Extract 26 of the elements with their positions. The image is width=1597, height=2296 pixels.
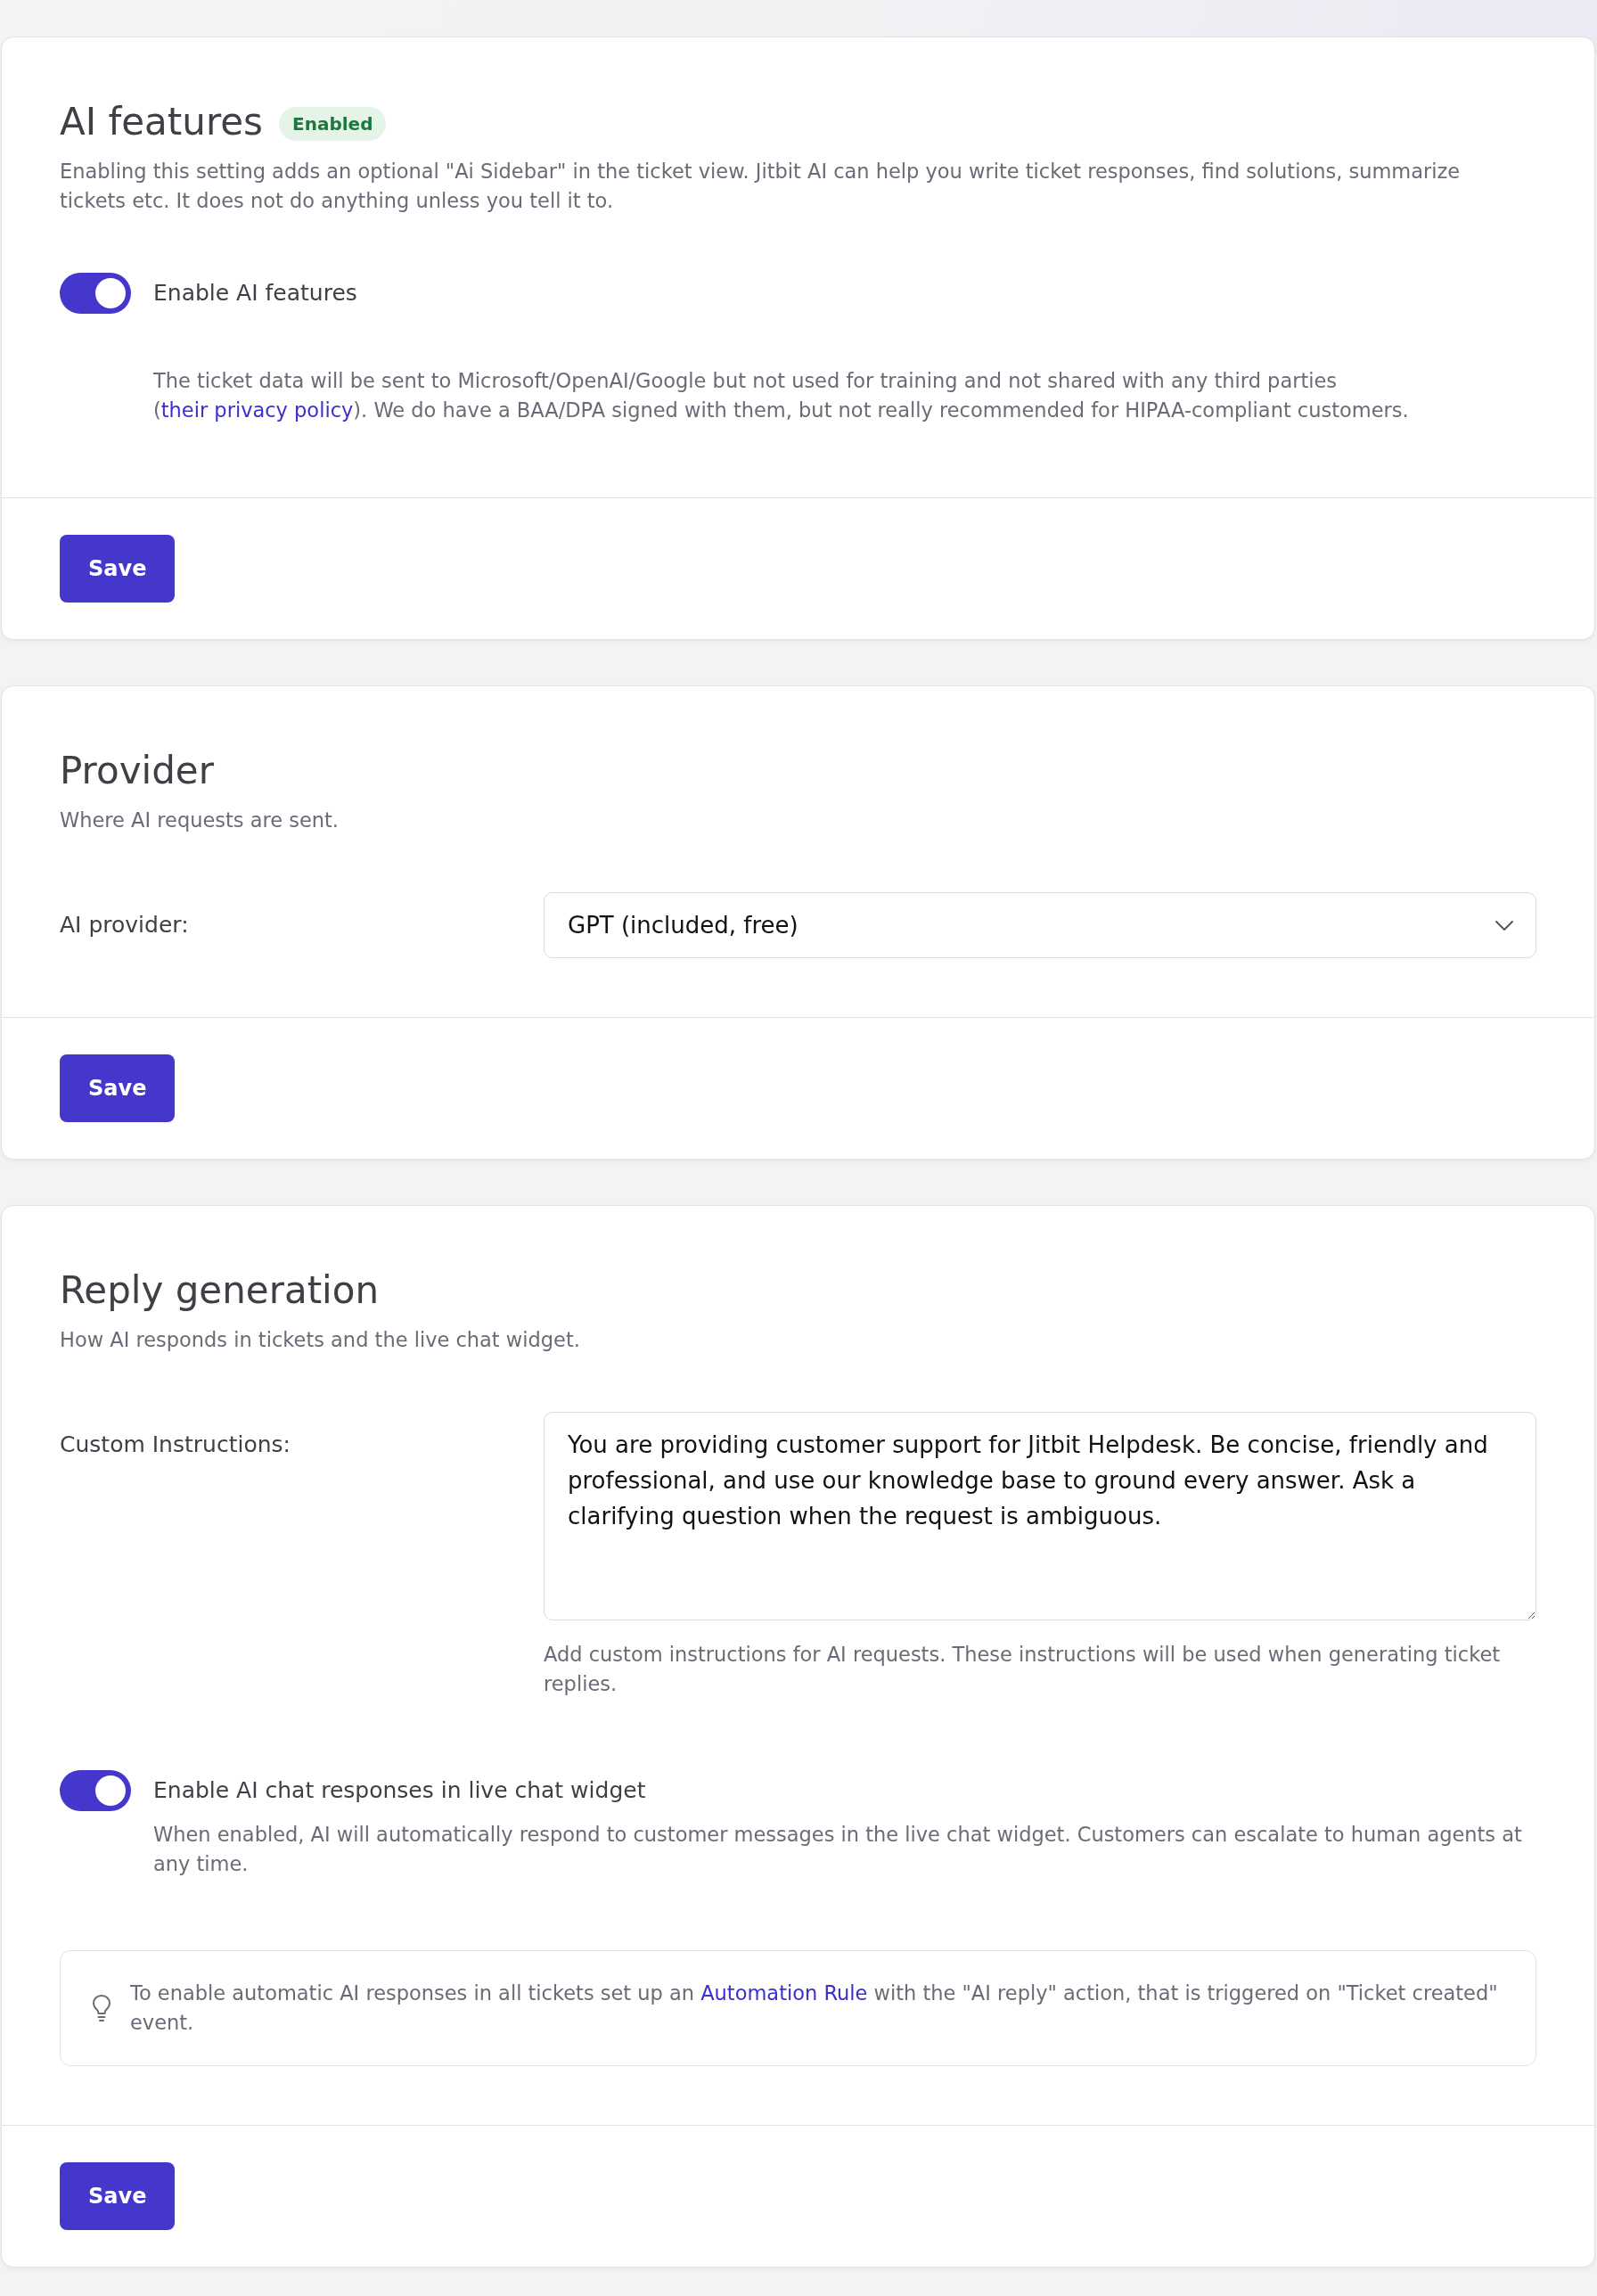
text-link[interactable]: their privacy policy — [160, 398, 354, 422]
save-button[interactable]: Save — [60, 1054, 176, 1122]
select-field[interactable]: GPT (included, free) — [544, 892, 1536, 958]
instructions-textarea[interactable]: You are providing customer support for Jitbit Helpdesk. Be concise, friendly and professional, and use our knowledge base to ground every answer. Ask a clarifying question when the request is ambiguous. — [544, 1412, 1536, 1620]
status-badge: Enabled — [279, 107, 387, 141]
toggle-label: Enable AI features — [153, 279, 357, 308]
field-label: AI provider: — [60, 911, 190, 939]
section-description: Where AI requests are sent. — [60, 808, 340, 833]
text-link[interactable]: Automation Rule — [700, 1981, 868, 2005]
toggle-switch[interactable] — [60, 1770, 131, 1811]
field-help: Add custom instructions for AI requests. These instructions will be used when generating ticket replies. — [544, 1642, 1502, 1697]
save-button[interactable]: Save — [60, 535, 176, 603]
toggle-label: Enable AI chat responses in live chat widget — [153, 1776, 647, 1805]
section-description: Enabling this setting adds an optional "Ai Sidebar" in the ticket view. Jitbit AI can help you write ticket responses, find solutions, summarize tickets etc. It does not do anything unless you tell it to. — [60, 159, 1462, 214]
section-description: How AI responds in tickets and the live chat widget. — [60, 1327, 581, 1353]
toggle-description: When enabled, AI will automatically respond to customer messages in the live chat widget. Customers can escalate to human agents at any time. — [153, 1822, 1523, 1877]
section-title: AI features — [60, 99, 263, 145]
chevron-down-icon — [1495, 919, 1514, 931]
toggle-switch[interactable] — [60, 273, 131, 314]
save-button[interactable]: Save — [60, 2162, 176, 2230]
field-label: Custom Instructions: — [60, 1431, 291, 1459]
section-title: Reply generation — [60, 1267, 380, 1314]
section-title: Provider — [60, 748, 214, 794]
tip-text: To enable automatic AI responses in all tickets set up an Automation Rule with the "AI reply" action, that is triggered on "Ticket created" event. — [130, 1980, 1499, 2036]
lightbulb-icon — [91, 1993, 112, 2023]
privacy-note: The ticket data will be sent to Microsoft/OpenAI/Google but not used for training and not shared with any third parties (their privacy policy). We do have a BAA/DPA signed with them, but not really recommended for HIPAA-compliant customers. — [152, 368, 1410, 423]
